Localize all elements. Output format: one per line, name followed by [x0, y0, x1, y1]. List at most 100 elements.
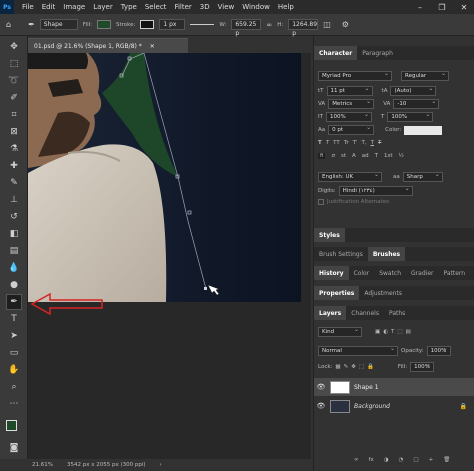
titling-button[interactable]: ad [362, 153, 369, 159]
tab-gradients[interactable]: Gradier [406, 266, 438, 280]
language-select[interactable]: English: UK [318, 171, 382, 182]
rectangle-tool-icon[interactable]: ▭ [7, 346, 21, 360]
zoom-level[interactable]: 21.61% [32, 462, 53, 468]
ligatures-button[interactable]: fi [318, 153, 326, 159]
layer-row-shape-1[interactable]: 👁 Shape 1 [314, 378, 474, 396]
menu-type[interactable]: Type [121, 3, 137, 11]
menu-edit[interactable]: Edit [42, 3, 56, 11]
ordinals-button[interactable]: 1st [384, 153, 393, 159]
antialias-select[interactable]: Sharp [402, 171, 443, 182]
blur-tool-icon[interactable]: 💧 [7, 261, 21, 275]
adjustment-layer-icon[interactable]: ◔ [399, 457, 404, 463]
tab-brushes[interactable]: Brushes [367, 247, 406, 261]
eraser-tool-icon[interactable]: ◧ [7, 227, 21, 241]
tab-history[interactable]: History [314, 266, 349, 280]
visibility-eye-icon[interactable]: 👁 [314, 402, 328, 410]
brush-tool-icon[interactable]: ✎ [7, 176, 21, 190]
tab-swatches[interactable]: Swatch [374, 266, 406, 280]
edit-toolbar-icon[interactable]: ⋯ [7, 397, 21, 411]
frame-tool-icon[interactable]: ⊠ [7, 125, 21, 139]
leading-field[interactable]: (Auto) [390, 85, 437, 96]
tab-color[interactable]: Color [349, 266, 375, 280]
new-layer-icon[interactable]: + [429, 457, 434, 463]
visibility-eye-icon[interactable]: 👁 [314, 383, 328, 391]
zoom-tool-icon[interactable]: ⌕ [7, 380, 21, 394]
layer-kind-filter[interactable]: Kind [318, 326, 362, 337]
lock-icons[interactable]: ▦✎✥⬚🔒 [335, 364, 376, 370]
healing-brush-icon[interactable]: ✚ [7, 159, 21, 173]
menu-help[interactable]: Help [278, 3, 294, 11]
subscript-button[interactable]: T, [361, 140, 366, 146]
digits-select[interactable]: Hindi (١٢٣٤) [338, 185, 413, 196]
font-family-select[interactable]: Myriad Pro [318, 70, 392, 81]
clone-stamp-icon[interactable]: ⊥ [7, 193, 21, 207]
settings-gear-icon[interactable]: ⚙ [342, 20, 349, 29]
stroke-type-icon[interactable] [190, 24, 215, 25]
horizontal-scale-field[interactable]: 100% [387, 111, 434, 122]
width-field[interactable]: 659.25 p [231, 19, 262, 37]
dodge-tool-icon[interactable]: ● [7, 278, 21, 292]
tab-paragraph[interactable]: Paragraph [357, 46, 398, 60]
pen-tool-icon[interactable]: ✒ [6, 294, 22, 310]
menu-layer[interactable]: Layer [93, 3, 113, 11]
type-tool-icon[interactable]: T [7, 312, 21, 326]
tab-brush-settings[interactable]: Brush Settings [314, 247, 368, 261]
kerning-field[interactable]: Metrics [328, 98, 375, 109]
fill-field[interactable]: 100% [410, 361, 435, 372]
stroke-width-field[interactable]: 1 px [159, 19, 186, 30]
tracking-field[interactable]: -10 [393, 98, 440, 109]
path-ops-icon[interactable]: ◫ [323, 20, 331, 29]
old-style-button[interactable]: σ [331, 153, 335, 159]
menu-view[interactable]: View [218, 3, 235, 11]
small-caps-button[interactable]: Tr [344, 140, 349, 146]
gradient-tool-icon[interactable]: ▤ [7, 244, 21, 258]
tab-layers[interactable]: Layers [314, 306, 347, 320]
menu-window[interactable]: Window [242, 3, 270, 11]
layer-mask-icon[interactable]: ◑ [384, 457, 389, 463]
stroke-swatch[interactable] [140, 20, 155, 29]
menu-select[interactable]: Select [145, 3, 167, 11]
group-icon[interactable]: □ [413, 457, 418, 463]
hand-tool-icon[interactable]: ✋ [7, 363, 21, 377]
all-caps-button[interactable]: TT [333, 140, 340, 146]
quick-mask-icon[interactable]: ◙ [7, 441, 21, 455]
layer-style-icon[interactable]: fx [369, 457, 374, 463]
font-size-field[interactable]: 11 pt [326, 85, 373, 96]
menu-filter[interactable]: Filter [174, 3, 191, 11]
menu-image[interactable]: Image [63, 3, 85, 11]
justification-checkbox[interactable] [318, 199, 324, 205]
baseline-field[interactable]: 0 pt [328, 124, 375, 135]
fractions-button[interactable]: ½ [399, 153, 404, 159]
shape-mode-select[interactable]: Shape [39, 19, 78, 30]
document-canvas[interactable] [28, 53, 301, 302]
crop-tool-icon[interactable]: ⌗ [7, 108, 21, 122]
fill-swatch[interactable] [96, 20, 111, 29]
tab-adjustments[interactable]: Adjustments [359, 286, 407, 300]
delete-layer-icon[interactable]: 🗑 [443, 457, 450, 463]
superscript-button[interactable]: T' [353, 140, 358, 146]
lasso-tool-icon[interactable]: ➰ [7, 74, 21, 88]
foreground-color-swatch[interactable] [6, 420, 17, 431]
tab-paths[interactable]: Paths [384, 306, 410, 320]
close-icon[interactable]: ✕ [454, 0, 474, 14]
menu-3d[interactable]: 3D [200, 3, 210, 11]
link-icon[interactable]: ∞ [266, 21, 272, 29]
swash-button[interactable]: st [341, 153, 346, 159]
ornaments-button[interactable]: T [375, 153, 378, 159]
underline-button[interactable]: T [371, 140, 374, 146]
text-color-swatch[interactable] [404, 125, 443, 135]
tab-styles[interactable]: Styles [314, 228, 345, 242]
pen-tool-preset-icon[interactable]: ✒ [28, 20, 35, 29]
vertical-scale-field[interactable]: 100% [325, 111, 372, 122]
minimize-icon[interactable]: – [410, 0, 430, 14]
strikethrough-button[interactable]: T [378, 140, 381, 146]
tab-properties[interactable]: Properties [314, 286, 360, 300]
close-document-icon[interactable]: ✕ [150, 43, 155, 50]
height-field[interactable]: 1264.89 p [288, 19, 319, 37]
layer-row-background[interactable]: 👁 Background 🔒 [314, 397, 474, 415]
history-brush-icon[interactable]: ↺ [7, 210, 21, 224]
tab-channels[interactable]: Channels [346, 306, 384, 320]
eyedropper-tool-icon[interactable]: ⚗ [7, 142, 21, 156]
status-arrow-icon[interactable]: › [160, 462, 162, 468]
path-select-tool-icon[interactable]: ➤ [7, 329, 21, 343]
